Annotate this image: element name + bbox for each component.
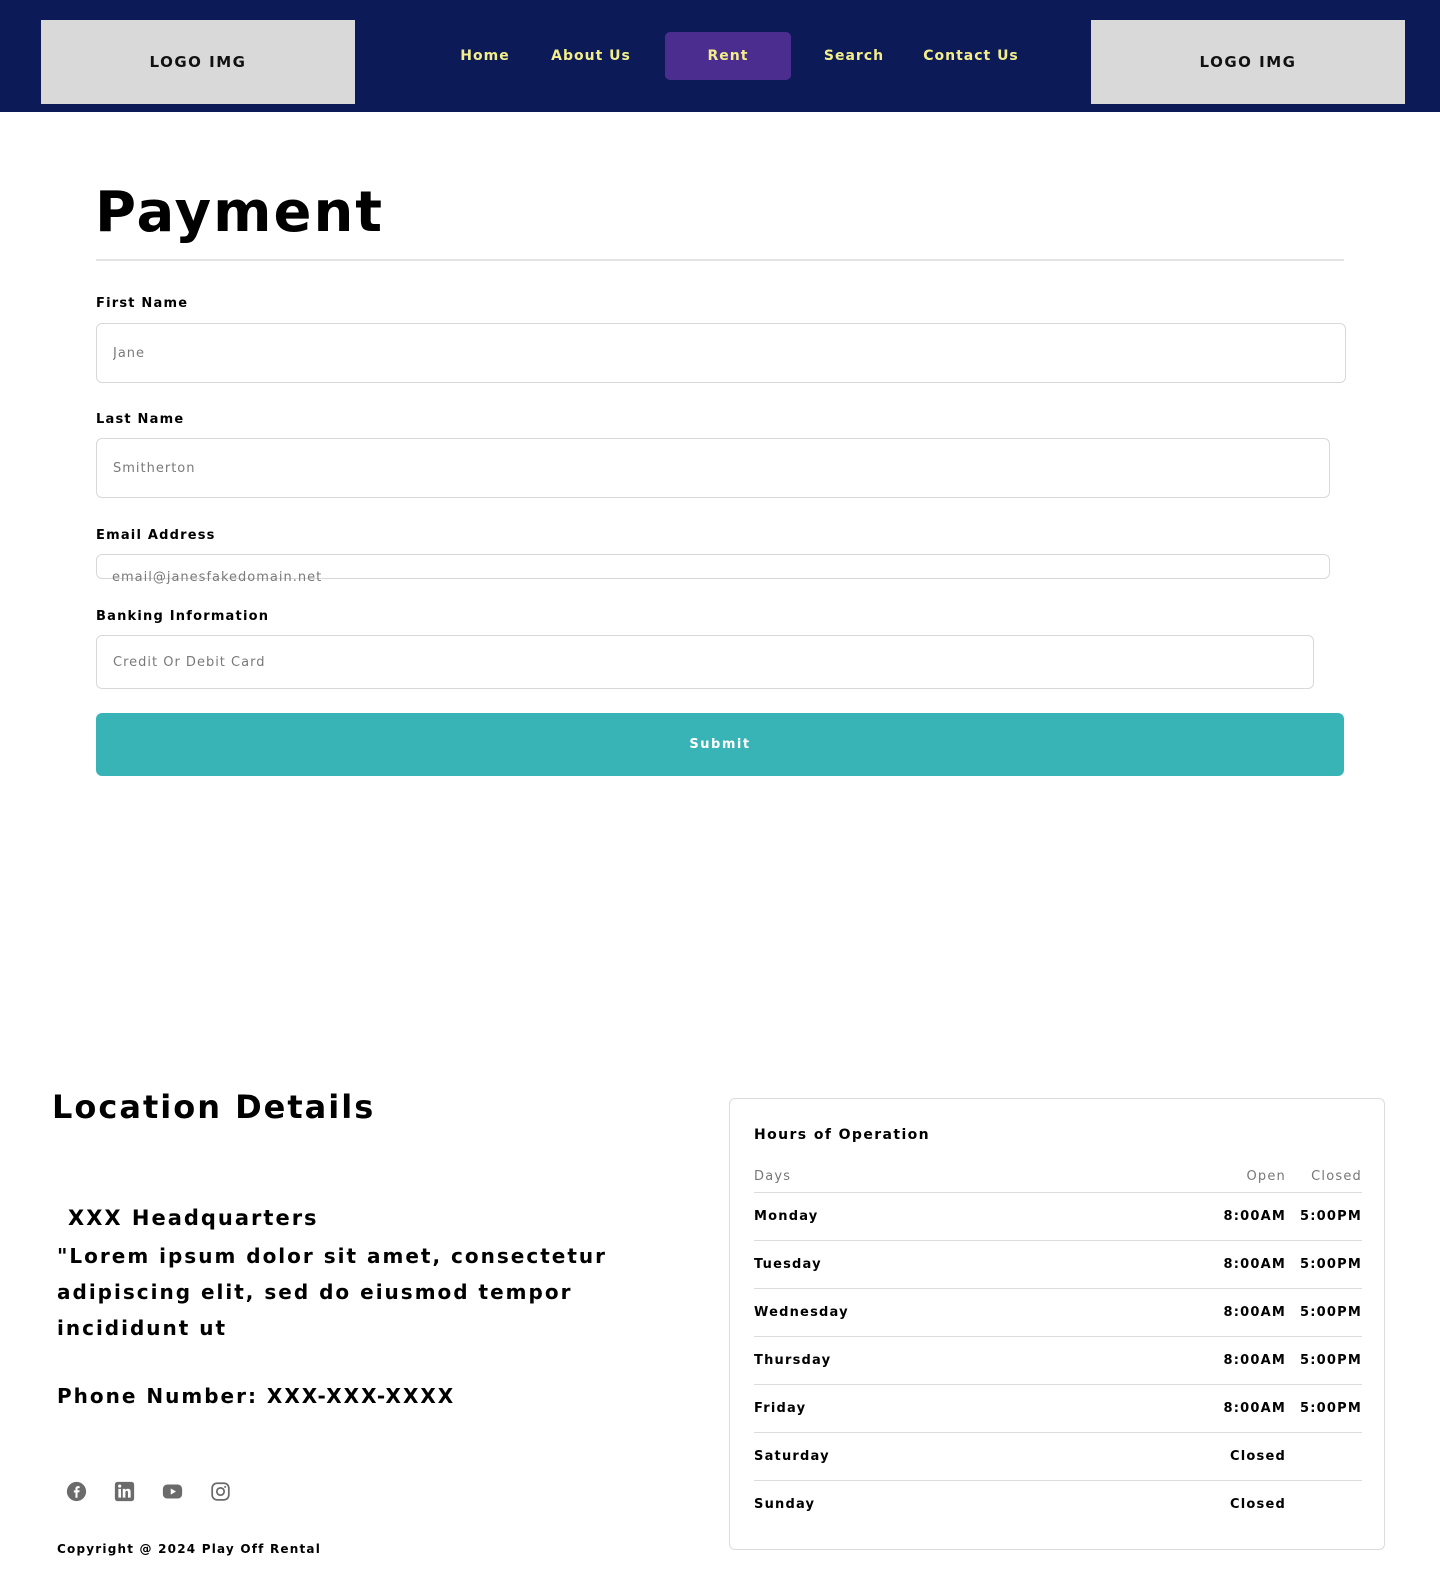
day-label: Friday [754,1401,807,1416]
title-divider [96,259,1344,261]
youtube-icon[interactable] [162,1481,183,1502]
closed-label: Closed [1230,1497,1286,1512]
hours-title: Hours of Operation [754,1127,931,1143]
day-label: Monday [754,1209,819,1224]
nav-search[interactable]: Search [812,32,896,80]
hours-row-thursday: Thursday 8:00AM 5:00PM [754,1337,1362,1385]
open-time: 8:00AM [1223,1209,1286,1224]
hours-card: Hours of Operation Days Open Closed Mond… [729,1098,1385,1550]
open-time: 8:00AM [1223,1257,1286,1272]
email-placeholder-text: email@janesfakedomain.net [112,570,323,585]
day-label: Thursday [754,1353,832,1368]
site-header: LOGO IMG Home About Us Rent Search Conta… [0,0,1440,112]
page-title: Payment [95,180,385,245]
banking-info-label: Banking Information [96,609,270,624]
close-time: 5:00PM [1300,1401,1362,1416]
email-label: Email Address [96,528,216,543]
last-name-input[interactable] [96,438,1330,498]
close-time: 5:00PM [1300,1353,1362,1368]
col-open-header: Open [1246,1169,1286,1184]
headquarters-description: "Lorem ipsum dolor sit amet, consectetur… [57,1244,607,1340]
phone-number: Phone Number: XXX-XXX-XXXX [57,1384,456,1408]
headquarters-name: XXX Headquarters [68,1206,319,1230]
social-links [66,1481,231,1502]
hours-table-header: Days Open Closed [754,1165,1362,1193]
banking-info-input[interactable] [96,635,1314,689]
hours-row-wednesday: Wednesday 8:00AM 5:00PM [754,1289,1362,1337]
nav-home[interactable]: Home [452,32,518,80]
logo-left[interactable]: LOGO IMG [41,20,355,104]
copyright-text: Copyright @ 2024 Play Off Rental [57,1542,322,1556]
col-days-header: Days [754,1169,792,1184]
close-time: 5:00PM [1300,1305,1362,1320]
hours-row-tuesday: Tuesday 8:00AM 5:00PM [754,1241,1362,1289]
close-time: 5:00PM [1300,1209,1362,1224]
open-time: 8:00AM [1223,1353,1286,1368]
instagram-icon[interactable] [210,1481,231,1502]
day-label: Tuesday [754,1257,822,1272]
facebook-icon[interactable] [66,1481,87,1502]
day-label: Wednesday [754,1305,849,1320]
submit-button[interactable]: Submit [96,713,1344,776]
first-name-label: First Name [96,296,189,311]
hours-row-monday: Monday 8:00AM 5:00PM [754,1193,1362,1241]
hours-row-saturday: Saturday Closed [754,1433,1362,1481]
nav-about-us[interactable]: About Us [538,32,644,80]
logo-right[interactable]: LOGO IMG [1091,20,1405,104]
day-label: Sunday [754,1497,816,1512]
open-time: 8:00AM [1223,1401,1286,1416]
day-label: Saturday [754,1449,830,1464]
closed-label: Closed [1230,1449,1286,1464]
hours-row-friday: Friday 8:00AM 5:00PM [754,1385,1362,1433]
location-title: Location Details [52,1088,376,1126]
close-time: 5:00PM [1300,1257,1362,1272]
nav-contact-us[interactable]: Contact Us [908,32,1034,80]
last-name-label: Last Name [96,412,185,427]
first-name-input[interactable] [96,323,1346,383]
nav-rent[interactable]: Rent [665,32,791,80]
hours-row-sunday: Sunday Closed [754,1481,1362,1529]
linkedin-icon[interactable] [114,1481,135,1502]
open-time: 8:00AM [1223,1305,1286,1320]
col-closed-header: Closed [1311,1169,1362,1184]
